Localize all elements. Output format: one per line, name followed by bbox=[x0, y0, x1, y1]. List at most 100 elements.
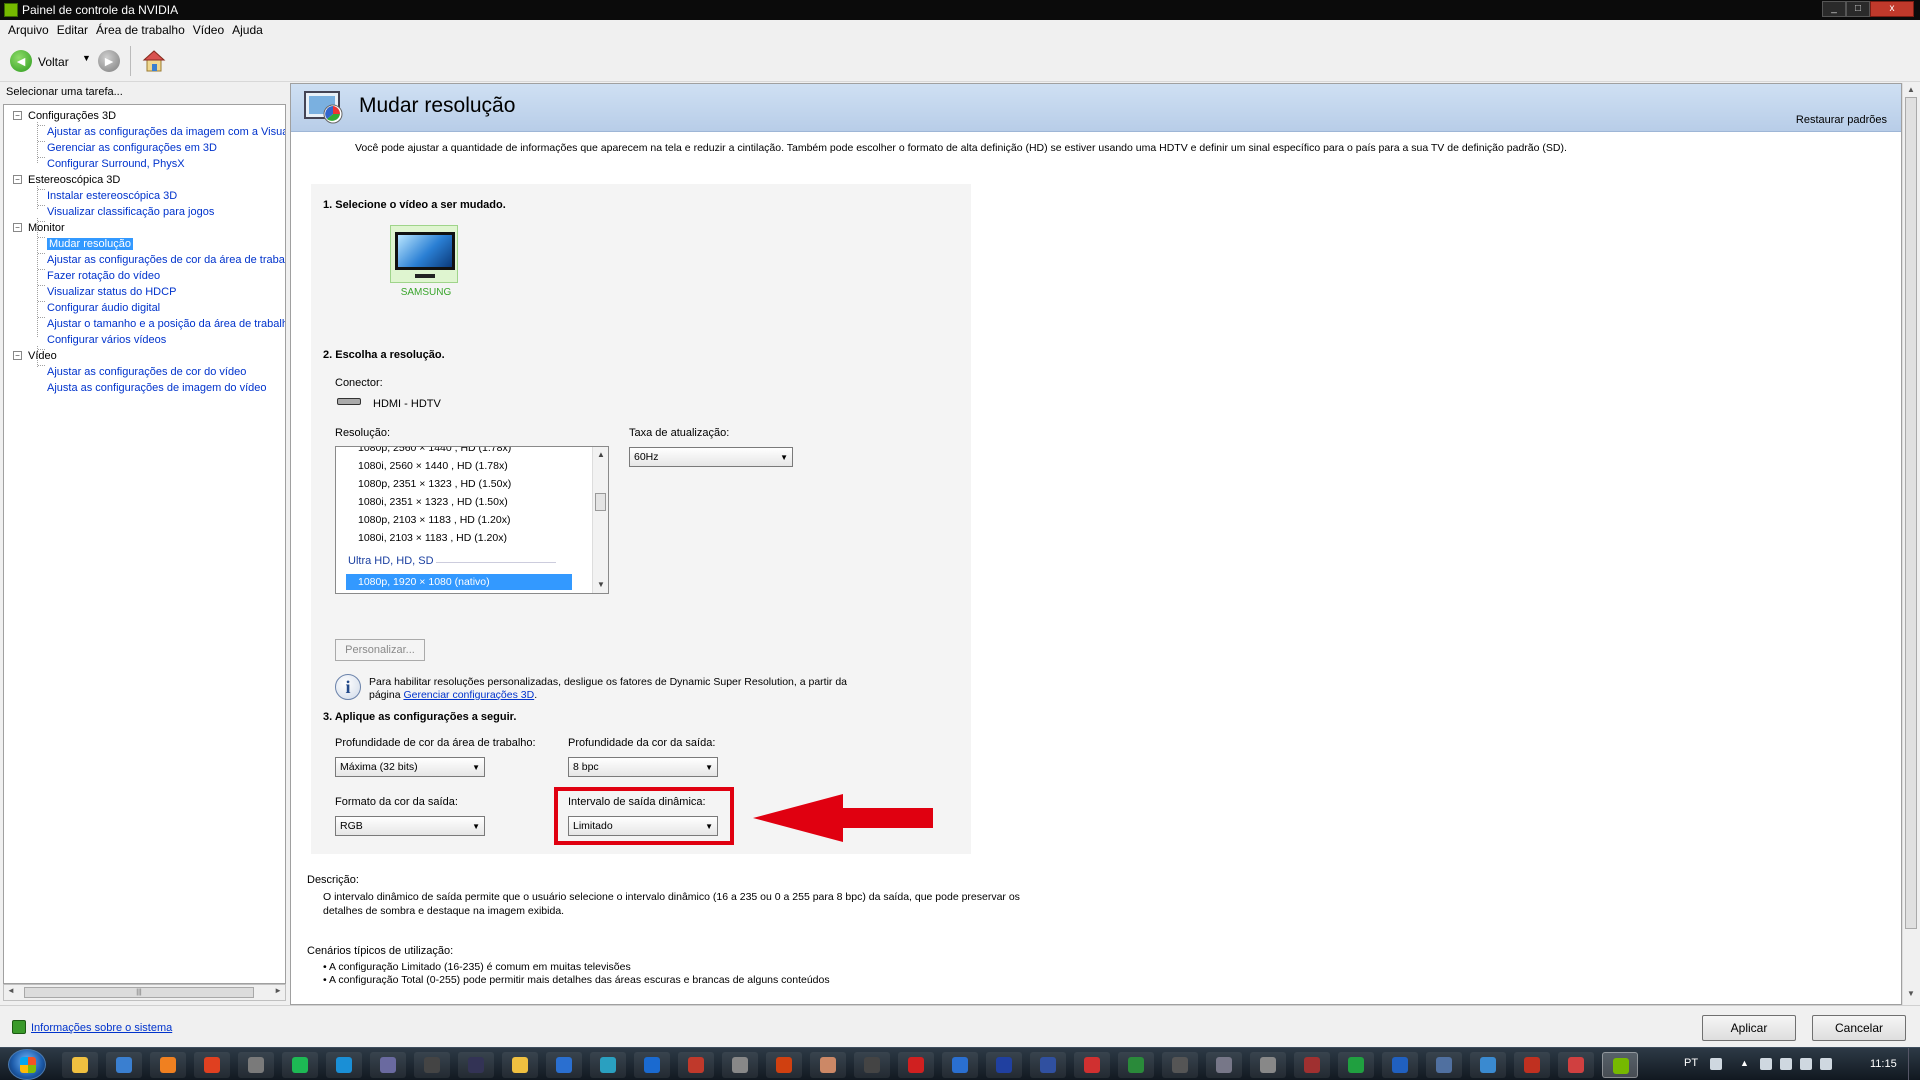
taskbar-app-button[interactable] bbox=[370, 1052, 406, 1078]
tree-item-hdcp[interactable]: Visualizar status do HDCP bbox=[47, 286, 176, 298]
taskbar-app-button[interactable] bbox=[678, 1052, 714, 1078]
resolution-option[interactable]: 1080p, 2560 × 1440 , HD (1.78x) bbox=[358, 447, 511, 454]
tree-item-change-resolution[interactable]: Mudar resolução bbox=[47, 238, 133, 250]
taskbar-app-button[interactable] bbox=[414, 1052, 450, 1078]
scroll-up-icon[interactable]: ▲ bbox=[597, 450, 605, 459]
back-dropdown-icon[interactable]: ▼ bbox=[82, 53, 91, 63]
resolution-option[interactable]: 1080p, 2103 × 1183 , HD (1.20x) bbox=[358, 514, 510, 526]
customize-button[interactable]: Personalizar... bbox=[335, 639, 425, 661]
scroll-down-icon[interactable]: ▼ bbox=[597, 580, 605, 589]
tree-item-desktop-size[interactable]: Ajustar o tamanho e a posição da área de… bbox=[47, 318, 285, 330]
tree-item-3d-manage[interactable]: Gerenciar as configurações em 3D bbox=[47, 142, 217, 154]
collapse-icon[interactable]: − bbox=[13, 351, 22, 360]
home-icon[interactable] bbox=[142, 49, 166, 73]
forward-arrow-icon[interactable]: ► bbox=[98, 50, 120, 72]
menu-ajuda[interactable]: Ajuda bbox=[230, 20, 269, 40]
minimize-button[interactable]: _ bbox=[1822, 1, 1846, 17]
cancel-button[interactable]: Cancelar bbox=[1812, 1015, 1906, 1041]
scroll-thumb[interactable]: ||| bbox=[24, 987, 254, 998]
resolution-option[interactable]: 1080i, 2103 × 1183 , HD (1.20x) bbox=[358, 532, 507, 544]
taskbar-app-button[interactable] bbox=[1074, 1052, 1110, 1078]
taskbar-app-button[interactable] bbox=[458, 1052, 494, 1078]
taskbar-app-button[interactable] bbox=[238, 1052, 274, 1078]
taskbar-app-button[interactable] bbox=[502, 1052, 538, 1078]
taskbar-app-button[interactable] bbox=[1470, 1052, 1506, 1078]
taskbar-app-button[interactable] bbox=[854, 1052, 890, 1078]
resolution-selected[interactable]: 1080p, 1920 × 1080 (nativo) bbox=[346, 574, 572, 590]
taskbar-app-button[interactable] bbox=[766, 1052, 802, 1078]
taskbar-app-button[interactable] bbox=[62, 1052, 98, 1078]
menu-editar[interactable]: Editar bbox=[55, 20, 94, 40]
taskbar-app-button[interactable] bbox=[590, 1052, 626, 1078]
scroll-down-icon[interactable]: ▼ bbox=[1907, 989, 1915, 998]
taskbar-app-button[interactable] bbox=[1206, 1052, 1242, 1078]
output-format-dropdown[interactable]: RGB ▼ bbox=[335, 816, 485, 836]
tree-item-surround[interactable]: Configurar Surround, PhysX bbox=[47, 158, 185, 170]
tray-expand-icon[interactable]: ▲ bbox=[1740, 1058, 1752, 1070]
display-samsung[interactable]: SAMSUNG bbox=[390, 225, 460, 298]
network-icon[interactable] bbox=[1780, 1058, 1792, 1070]
scroll-left-icon[interactable]: ◄ bbox=[7, 986, 15, 995]
tree-group-3d[interactable]: Configurações 3D bbox=[28, 110, 116, 122]
taskbar-app-button[interactable] bbox=[194, 1052, 230, 1078]
nvidia-tray-icon[interactable] bbox=[1800, 1058, 1812, 1070]
taskbar-app-button[interactable] bbox=[1118, 1052, 1154, 1078]
taskbar-app-button[interactable] bbox=[1558, 1052, 1594, 1078]
resolution-option[interactable]: 1080i, 2560 × 1440 , HD (1.78x) bbox=[358, 460, 508, 472]
tree-item-video-color[interactable]: Ajustar as configurações de cor do vídeo bbox=[47, 366, 246, 378]
taskbar-app-button[interactable] bbox=[1294, 1052, 1330, 1078]
scroll-up-icon[interactable]: ▲ bbox=[1907, 85, 1915, 94]
taskbar-app-button[interactable] bbox=[1338, 1052, 1374, 1078]
volume-icon[interactable] bbox=[1820, 1058, 1832, 1070]
display-tile[interactable] bbox=[390, 225, 458, 283]
back-button-label[interactable]: Voltar bbox=[38, 55, 69, 69]
tree-item-multiple-displays[interactable]: Configurar vários vídeos bbox=[47, 334, 166, 346]
scroll-thumb[interactable] bbox=[1905, 97, 1917, 929]
taskbar-app-button[interactable] bbox=[150, 1052, 186, 1078]
taskbar-app-button[interactable] bbox=[282, 1052, 318, 1078]
resolution-option[interactable]: 1080p, 2351 × 1323 , HD (1.50x) bbox=[358, 478, 511, 490]
menu-arquivo[interactable]: Arquivo bbox=[6, 20, 55, 40]
taskbar-app-button[interactable] bbox=[1162, 1052, 1198, 1078]
taskbar-app-button[interactable] bbox=[326, 1052, 362, 1078]
apply-button[interactable]: Aplicar bbox=[1702, 1015, 1796, 1041]
taskbar-app-button[interactable] bbox=[1382, 1052, 1418, 1078]
taskbar-app-button[interactable] bbox=[1602, 1052, 1638, 1078]
close-button[interactable]: x bbox=[1870, 1, 1914, 17]
manage-3d-settings-link[interactable]: Gerenciar configurações 3D bbox=[403, 689, 534, 701]
taskbar-app-button[interactable] bbox=[106, 1052, 142, 1078]
collapse-icon[interactable]: − bbox=[13, 175, 22, 184]
tree-group-video[interactable]: Vídeo bbox=[28, 350, 57, 362]
taskbar-app-button[interactable] bbox=[1030, 1052, 1066, 1078]
taskbar-app-button[interactable] bbox=[942, 1052, 978, 1078]
taskbar-app-button[interactable] bbox=[898, 1052, 934, 1078]
taskbar-app-button[interactable] bbox=[1250, 1052, 1286, 1078]
tree-item-stereo-install[interactable]: Instalar estereoscópica 3D bbox=[47, 190, 177, 202]
scroll-thumb[interactable] bbox=[595, 493, 606, 511]
taskbar-app-button[interactable] bbox=[1514, 1052, 1550, 1078]
tree-item-stereo-rating[interactable]: Visualizar classificação para jogos bbox=[47, 206, 214, 218]
collapse-icon[interactable]: − bbox=[13, 223, 22, 232]
start-button[interactable] bbox=[8, 1049, 46, 1080]
tree-item-3d-image[interactable]: Ajustar as configurações da imagem com a… bbox=[47, 126, 285, 138]
taskbar-app-button[interactable] bbox=[986, 1052, 1022, 1078]
tree-item-video-image[interactable]: Ajusta as configurações de imagem do víd… bbox=[47, 382, 267, 394]
content-scrollbar[interactable]: ▲ ▼ bbox=[1902, 83, 1918, 1005]
collapse-icon[interactable]: − bbox=[13, 111, 22, 120]
menu-area-de-trabalho[interactable]: Área de trabalho bbox=[94, 20, 191, 40]
taskbar-app-button[interactable] bbox=[546, 1052, 582, 1078]
tree-item-rotate[interactable]: Fazer rotação do vídeo bbox=[47, 270, 160, 282]
maximize-button[interactable]: □ bbox=[1846, 1, 1870, 17]
keyboard-icon[interactable] bbox=[1710, 1058, 1722, 1070]
tree-group-stereo[interactable]: Estereoscópica 3D bbox=[28, 174, 120, 186]
scroll-right-icon[interactable]: ► bbox=[274, 986, 282, 995]
language-indicator[interactable]: PT bbox=[1684, 1057, 1698, 1069]
output-depth-dropdown[interactable]: 8 bpc ▼ bbox=[568, 757, 718, 777]
show-desktop-button[interactable] bbox=[1908, 1048, 1920, 1080]
system-info-link[interactable]: Informações sobre o sistema bbox=[31, 1022, 172, 1034]
restore-defaults-link[interactable]: Restaurar padrões bbox=[1796, 114, 1887, 126]
tree-item-desktop-color[interactable]: Ajustar as configurações de cor da área … bbox=[47, 254, 285, 266]
taskbar-app-button[interactable] bbox=[810, 1052, 846, 1078]
resolution-option[interactable]: 1080i, 2351 × 1323 , HD (1.50x) bbox=[358, 496, 508, 508]
resolution-list[interactable]: 1080p, 2560 × 1440 , HD (1.78x) 1080i, 2… bbox=[335, 446, 609, 594]
